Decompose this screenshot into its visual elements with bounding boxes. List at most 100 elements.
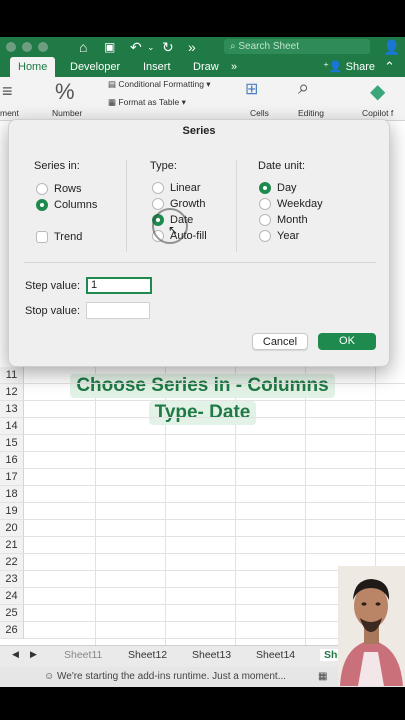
ribbon-tabs: Home Developer Insert Draw » ⁺👤 Share ⌃ [0,57,405,77]
grid-row[interactable] [24,384,405,401]
prev-sheet-icon[interactable]: ◀ [12,649,19,660]
radio-day-label: Day [277,182,297,194]
grid-row[interactable] [24,367,405,384]
radio-month-indicator [259,214,271,226]
grid-row[interactable] [24,401,405,418]
share-button[interactable]: ⁺👤 Share [323,57,375,77]
grid-row[interactable] [24,503,405,520]
radio-weekday-indicator [259,198,271,210]
conditional-formatting-button[interactable]: ▤ Conditional Formatting ▾ [108,79,211,90]
percent-icon[interactable]: % [55,79,75,105]
stop-value-input[interactable] [86,302,150,319]
search-input[interactable]: ⌕ Search Sheet [224,39,370,54]
radio-month[interactable]: Month [259,213,308,227]
radio-year-indicator [259,230,271,242]
radio-growth[interactable]: Growth [152,197,205,211]
cells-icon[interactable]: ⊞ [245,79,258,99]
radio-columns[interactable]: Columns [36,198,97,212]
close-window-button[interactable] [6,42,16,52]
save-icon[interactable]: ▣ [104,38,115,56]
group-divider [236,160,237,252]
row-header[interactable]: 22 [0,554,24,571]
series-in-title: Series in: [34,160,80,172]
row-header[interactable]: 11 [0,367,24,384]
row-header[interactable]: 25 [0,605,24,622]
next-sheet-icon[interactable]: ▶ [30,649,37,660]
radio-linear-indicator [152,182,164,194]
mouse-pointer-icon: ↖ [168,223,179,237]
cells-label: Cells [250,108,269,118]
zoom-window-button[interactable] [38,42,48,52]
checkbox-trend[interactable]: Trend [36,230,82,244]
row-header[interactable]: 21 [0,537,24,554]
undo-icon[interactable]: ↶ [130,38,142,56]
magnifier-icon[interactable]: ⌕ [298,77,309,100]
radio-weekday[interactable]: Weekday [259,197,323,211]
row-header[interactable]: 12 [0,384,24,401]
sheet-tab[interactable]: Sheet13 [192,649,231,661]
radio-day[interactable]: Day [259,181,297,195]
conditional-formatting-label: Conditional Formatting [118,79,204,89]
more-tabs-icon[interactable]: » [231,57,237,77]
format-as-table-button[interactable]: ▦ Format as Table ▾ [108,97,186,108]
chevron-down-icon[interactable]: ⌄ [147,38,155,56]
radio-rows[interactable]: Rows [36,182,82,196]
home-icon[interactable]: ⌂ [79,38,87,56]
date-unit-title: Date unit: [258,160,306,172]
row-header[interactable]: 23 [0,571,24,588]
checkbox-trend-indicator [36,231,48,243]
grid-row[interactable] [24,486,405,503]
radio-year[interactable]: Year [259,229,299,243]
number-label: Number [52,108,83,118]
tab-draw[interactable]: Draw [193,57,219,77]
title-bar: ⌂ ▣ ↶ ⌄ ↻ » ⌕ Search Sheet 👤 [0,37,405,57]
row-header[interactable]: 14 [0,418,24,435]
grid-row[interactable] [24,452,405,469]
row-header[interactable]: 15 [0,435,24,452]
row-header[interactable]: 19 [0,503,24,520]
radio-year-label: Year [277,230,300,242]
ok-button[interactable]: OK [318,333,376,350]
row-header[interactable]: 17 [0,469,24,486]
tab-home[interactable]: Home [10,57,56,77]
account-icon[interactable]: 👤 [383,38,400,56]
row-header[interactable]: 24 [0,588,24,605]
normal-view-icon[interactable]: ▦ [318,667,327,687]
grid-row[interactable] [24,418,405,435]
grid-row[interactable] [24,469,405,486]
collapse-ribbon-icon[interactable]: ⌃ [384,57,395,77]
presenter-webcam [338,566,405,686]
dialog-divider [24,262,376,263]
alignment-label: ment [0,108,19,118]
step-value-input[interactable]: 1 [86,277,152,294]
sheet-tab[interactable]: Sheet11 [64,649,102,661]
sheet-tab[interactable]: Sheet14 [256,649,295,661]
cancel-button[interactable]: Cancel [252,333,308,350]
row-header[interactable]: 13 [0,401,24,418]
grid-row[interactable] [24,435,405,452]
row-header[interactable]: 20 [0,520,24,537]
copilot-icon[interactable]: ◆ [370,79,385,104]
tab-insert[interactable]: Insert [143,57,171,77]
radio-day-indicator [259,182,271,194]
alignment-icon[interactable]: ≡ [2,81,13,102]
sheet-tab[interactable]: Sheet12 [128,649,167,661]
radio-linear-label: Linear [170,182,201,194]
minimize-window-button[interactable] [22,42,32,52]
radio-columns-indicator [36,199,48,211]
stop-value-label: Stop value: [25,305,81,317]
redo-icon[interactable]: ↻ [162,38,174,56]
row-header[interactable]: 26 [0,622,24,639]
radio-month-label: Month [277,214,308,226]
grid-row[interactable] [24,537,405,554]
copilot-label: Copilot f [362,108,394,118]
group-divider [126,160,127,252]
tab-developer[interactable]: Developer [70,57,120,77]
table-icon: ▦ [108,97,119,107]
row-header[interactable]: 16 [0,452,24,469]
row-header[interactable]: 18 [0,486,24,503]
radio-linear[interactable]: Linear [152,181,201,195]
more-commands-icon[interactable]: » [188,38,196,56]
grid-row[interactable] [24,520,405,537]
radio-growth-indicator [152,198,164,210]
